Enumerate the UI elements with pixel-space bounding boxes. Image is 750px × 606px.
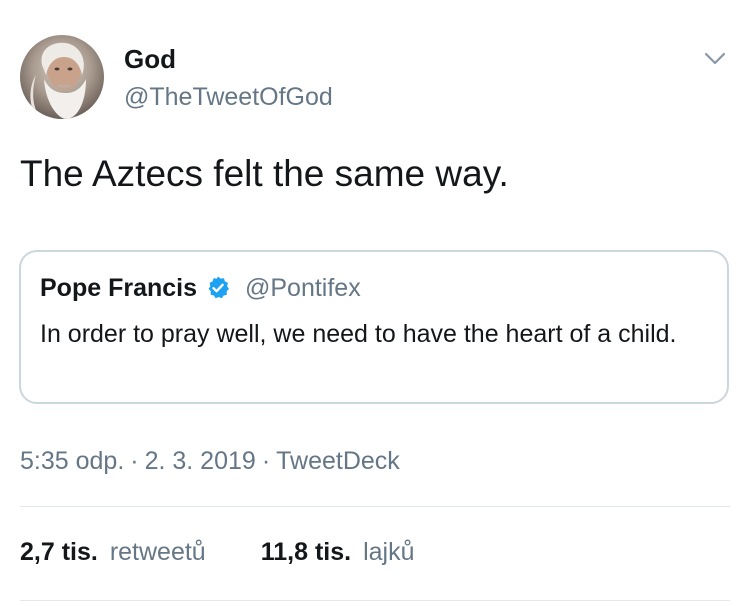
- tweet-source[interactable]: TweetDeck: [276, 445, 400, 477]
- retweets-count: 2,7 tis.: [20, 538, 98, 566]
- author-display-name[interactable]: God: [124, 44, 176, 74]
- quoted-tweet[interactable]: Pope Francis @Pontifex In order to pray …: [19, 250, 729, 404]
- tweet-date[interactable]: 2. 3. 2019: [145, 445, 256, 477]
- tweet-card: God @TheTweetOfGod The Aztecs felt the s…: [0, 0, 750, 606]
- quoted-author-handle[interactable]: @Pontifex: [245, 272, 361, 304]
- quoted-author-display-name[interactable]: Pope Francis: [40, 272, 197, 304]
- tweet-time[interactable]: 5:35 odp.: [20, 445, 124, 477]
- quoted-tweet-header: Pope Francis @Pontifex: [40, 272, 361, 304]
- more-options-chevron-down-icon[interactable]: [700, 44, 730, 74]
- retweets-stat[interactable]: 2,7 tis. retweetů: [20, 538, 206, 567]
- tweet-text: The Aztecs felt the same way.: [20, 153, 509, 194]
- meta-separator: ·: [130, 447, 139, 475]
- likes-stat[interactable]: 11,8 tis. lajků: [261, 538, 415, 567]
- likes-label: lajků: [363, 538, 415, 566]
- author-avatar[interactable]: [20, 35, 104, 119]
- verified-badge-icon: [208, 276, 229, 299]
- tweet-stats: 2,7 tis. retweetů 11,8 tis. lajků: [20, 538, 415, 567]
- divider: [20, 506, 730, 507]
- tweet-metadata: 5:35 odp. · 2. 3. 2019 · TweetDeck: [20, 445, 400, 477]
- divider: [20, 600, 730, 601]
- bearded-man-avatar-icon: [30, 42, 86, 119]
- retweets-label: retweetů: [109, 538, 206, 566]
- author-handle[interactable]: @TheTweetOfGod: [124, 82, 333, 112]
- meta-separator: ·: [261, 447, 271, 475]
- likes-count: 11,8 tis.: [260, 538, 352, 566]
- quoted-tweet-text: In order to pray well, we need to have t…: [40, 320, 677, 348]
